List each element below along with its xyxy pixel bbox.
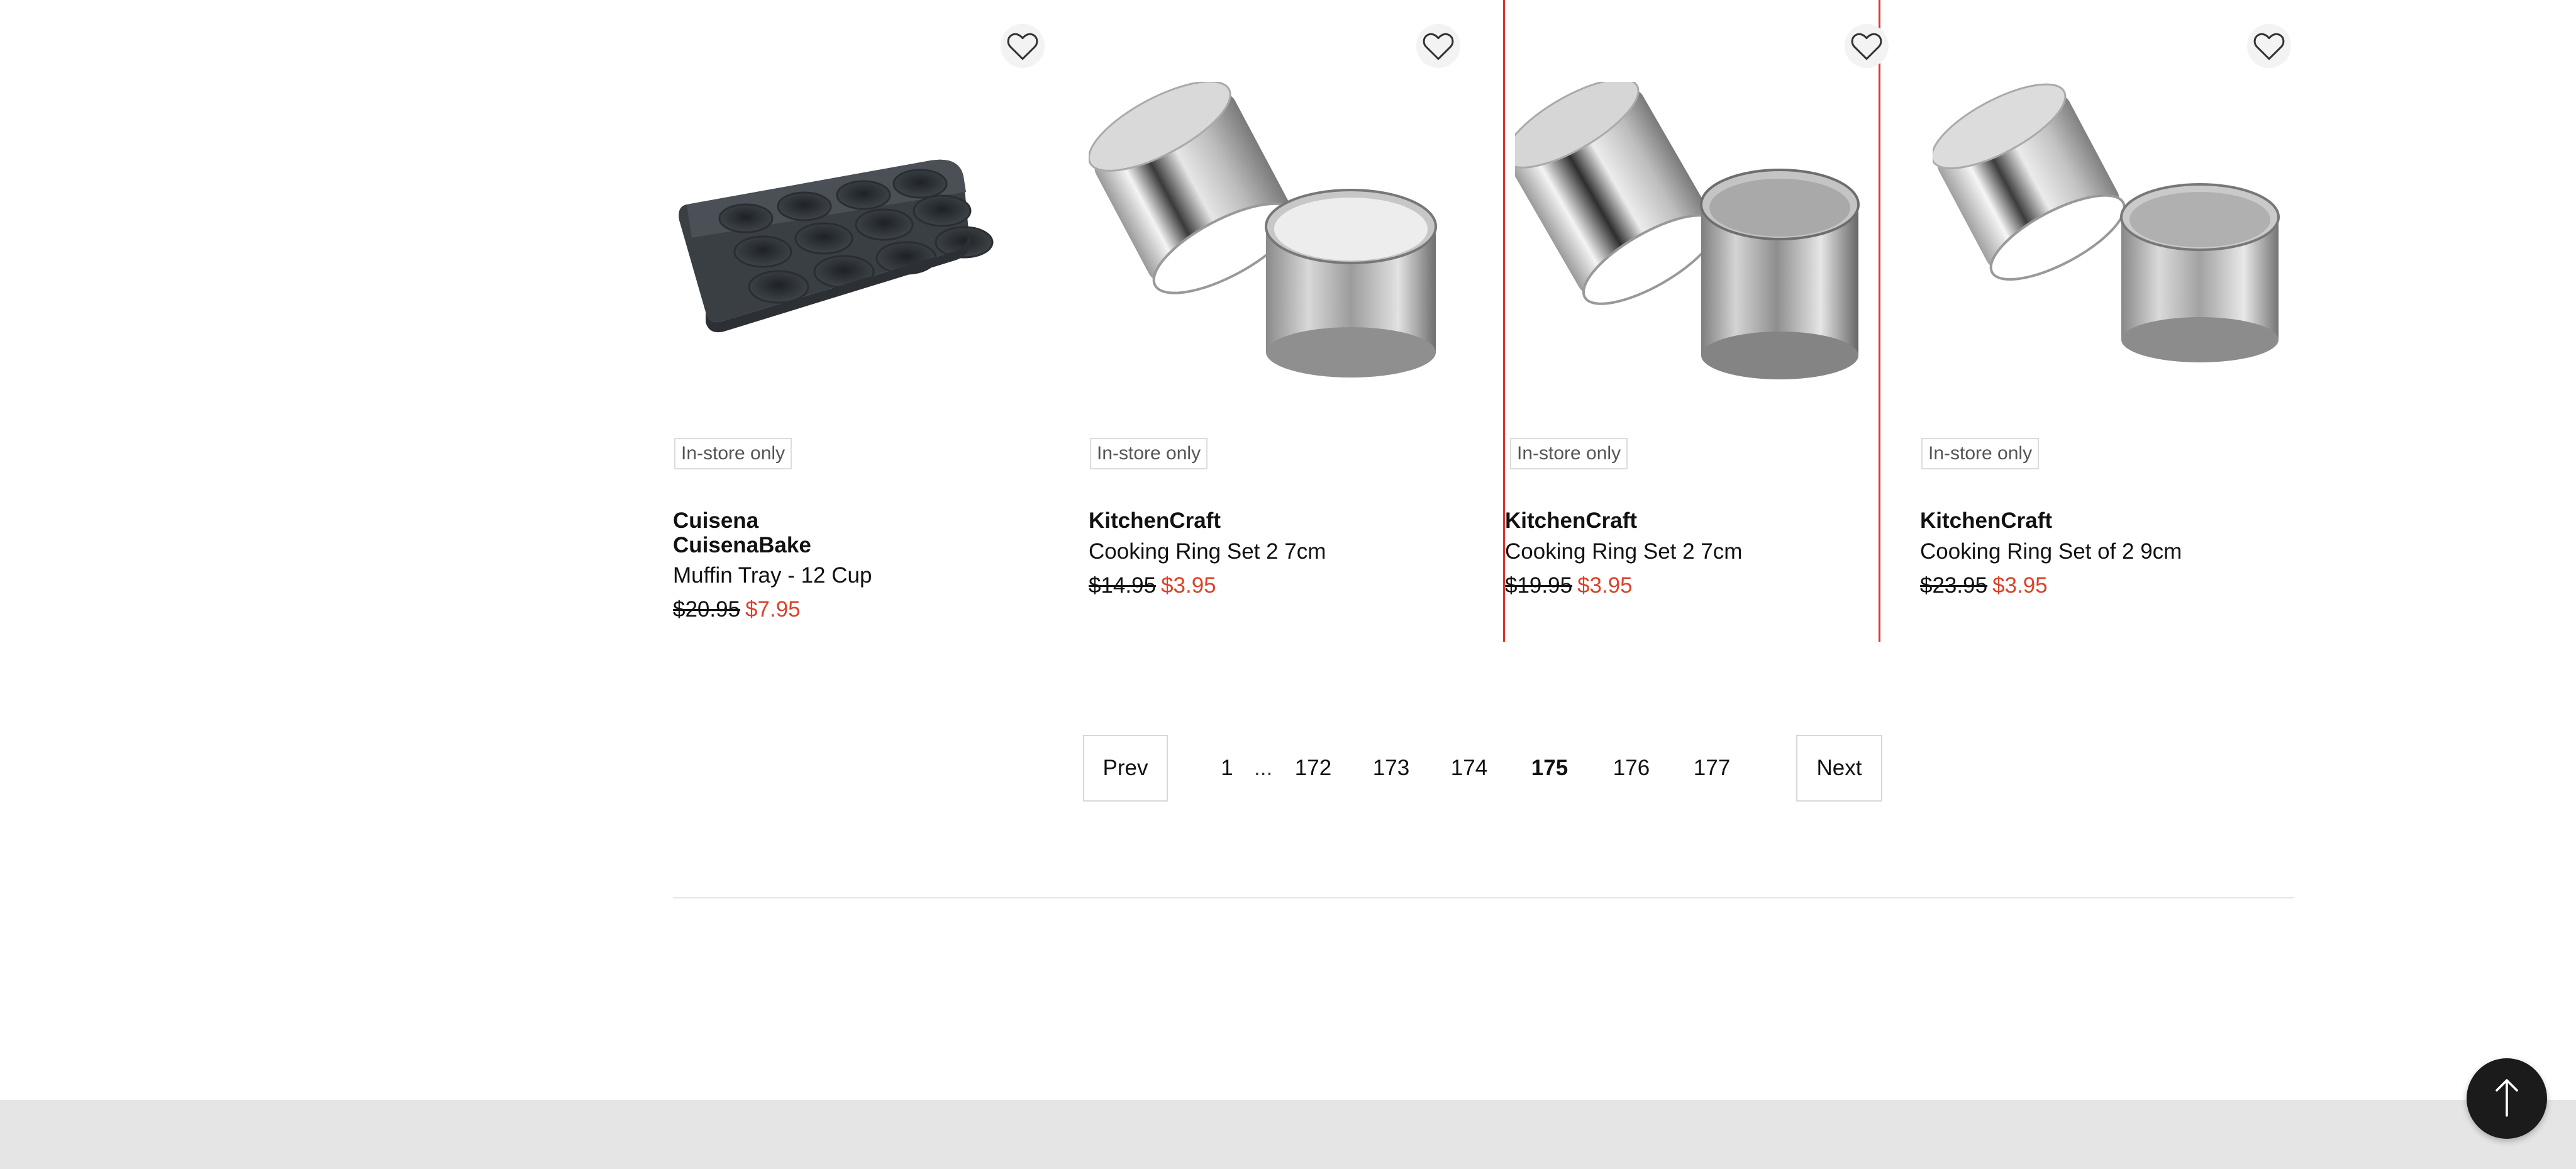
product-price: $14.95 $3.95 (1089, 573, 1216, 599)
product-price: $23.95 $3.95 (1920, 573, 2048, 599)
footer (0, 1100, 2576, 1169)
sale-price: $7.95 (745, 597, 801, 622)
product-price: $20.95 $7.95 (673, 596, 801, 623)
page-177[interactable]: 177 (1689, 735, 1735, 802)
in-store-only-badge: In-store only (674, 438, 792, 469)
product-card[interactable]: In-store only KitchenCraft Cooking Ring … (1920, 0, 2297, 642)
favorite-heart-icon[interactable] (1845, 24, 1889, 68)
favorite-heart-icon[interactable] (1001, 24, 1045, 68)
product-brand[interactable]: KitchenCraft (1505, 508, 1769, 533)
sale-price: $3.95 (1992, 573, 2048, 598)
favorite-heart-icon[interactable] (1416, 24, 1460, 68)
original-price: $14.95 (1089, 573, 1157, 598)
page-first[interactable]: 1 (1214, 735, 1240, 802)
pagination: Prev 1 ... 172 173 174 175 176 177 Next (0, 735, 2576, 803)
product-brand[interactable]: Cuisena CuisenaBake (673, 508, 811, 557)
product-name[interactable]: Cooking Ring Set of 2 9cm (1920, 539, 2182, 565)
section-divider (673, 897, 2294, 898)
product-card-selected[interactable]: In-store only KitchenCraft Cooking Ring … (1503, 0, 1889, 642)
arrow-up-icon (2493, 1078, 2521, 1120)
favorite-heart-icon[interactable] (2247, 24, 2291, 68)
product-name[interactable]: Cooking Ring Set 2 7cm (1089, 539, 1326, 565)
next-page-button[interactable]: Next (1796, 735, 1882, 802)
pagination-ellipsis: ... (1254, 756, 1273, 780)
product-brand[interactable]: KitchenCraft (1089, 508, 1353, 533)
cooking-ring-image[interactable] (1931, 82, 2285, 409)
page-176[interactable]: 176 (1609, 735, 1654, 802)
cooking-ring-image[interactable] (1504, 78, 1867, 409)
muffin-tray-image[interactable] (673, 82, 1025, 409)
product-name[interactable]: Muffin Tray - 12 Cup (673, 562, 872, 589)
product-card[interactable]: In-store only KitchenCraft Cooking Ring … (1087, 0, 1466, 642)
in-store-only-badge: In-store only (1090, 438, 1208, 469)
in-store-only-badge: In-store only (1921, 438, 2040, 469)
product-name[interactable]: Cooking Ring Set 2 7cm (1505, 539, 1742, 565)
original-price: $20.95 (673, 597, 741, 622)
page-173[interactable]: 173 (1368, 735, 1414, 802)
product-brand[interactable]: KitchenCraft (1920, 508, 2184, 533)
original-price: $23.95 (1920, 573, 1988, 598)
prev-page-button[interactable]: Prev (1083, 735, 1168, 802)
back-to-top-button[interactable] (2467, 1058, 2547, 1139)
sale-price: $3.95 (1161, 573, 1216, 598)
product-card[interactable]: In-store only Cuisena CuisenaBake Muffin… (673, 0, 1050, 642)
sale-price: $3.95 (1577, 573, 1633, 598)
page-172[interactable]: 172 (1291, 735, 1336, 802)
page-175-current[interactable]: 175 (1527, 735, 1572, 802)
original-price: $19.95 (1505, 573, 1573, 598)
product-grid: In-store only Cuisena CuisenaBake Muffin… (673, 0, 2293, 642)
in-store-only-badge: In-store only (1510, 438, 1628, 469)
page-174[interactable]: 174 (1446, 735, 1492, 802)
product-price: $19.95 $3.95 (1505, 573, 1633, 599)
cooking-ring-image[interactable] (1087, 81, 1441, 409)
